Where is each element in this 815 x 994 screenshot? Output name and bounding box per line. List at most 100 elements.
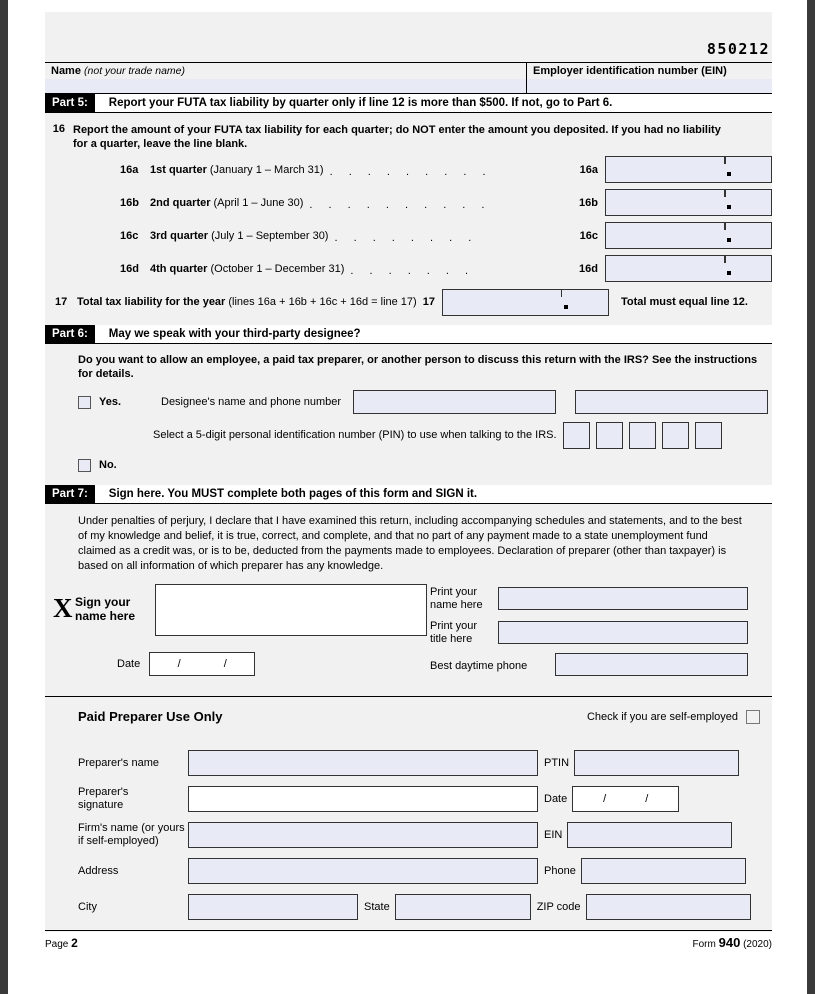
line16b-ref: 16b: [579, 196, 598, 209]
line16a-leader: . . . . . . . . .: [329, 165, 493, 178]
designee-name-input[interactable]: [353, 390, 557, 414]
preparer-date-input[interactable]: / /: [572, 786, 680, 812]
city-label: City: [78, 900, 97, 913]
pin-digit-1[interactable]: [562, 421, 590, 449]
line16b-row: 16b 2nd quarter (April 1 – June 30) . . …: [45, 186, 772, 219]
form-number: 940: [718, 935, 741, 950]
decimal-divider-icon: [724, 223, 726, 230]
designee-no-checkbox[interactable]: [78, 458, 91, 472]
state-input[interactable]: [394, 894, 531, 920]
print-title-label: Print your title here: [430, 620, 477, 646]
address-row: Address Phone: [45, 858, 772, 884]
part7-header: Part 7: Sign here. You MUST complete bot…: [45, 485, 772, 504]
line16d-leader: . . . . . . .: [350, 264, 475, 277]
line16a-cents[interactable]: [723, 157, 771, 182]
preparer-name-row: Preparer's name PTIN: [45, 750, 772, 776]
preparer-name-label: Preparer's name: [78, 756, 159, 769]
decimal-point-icon: [727, 172, 731, 176]
preparer-signature-row: Preparer's signature Date / /: [45, 786, 772, 812]
firm-name-label: Firm's name (or yours if self-employed): [78, 822, 188, 848]
part6-tag: Part 6:: [45, 325, 95, 343]
firm-ein-input[interactable]: [567, 822, 733, 848]
line16c-leader: . . . . . . . .: [334, 231, 478, 244]
ein-field-cell[interactable]: Employer identification number (EIN): [527, 63, 772, 93]
part7-body: Under penalties of perjury, I declare th…: [45, 504, 772, 688]
line16c-code: 16c: [120, 229, 139, 242]
line16a-dollars[interactable]: [606, 157, 723, 182]
line16c-ref: 16c: [579, 229, 598, 242]
signature-block: X Sign your name here Date / / Print you…: [45, 580, 772, 688]
line17-note: Total must equal line 12.: [620, 296, 748, 308]
decimal-point-icon: [727, 271, 731, 275]
firm-phone-label: Phone: [544, 865, 576, 877]
decimal-point-icon: [727, 205, 731, 209]
line16d-code: 16d: [120, 262, 139, 275]
line16a-amount-input[interactable]: [605, 156, 772, 183]
firm-phone-input[interactable]: [580, 858, 746, 884]
signature-left: X Sign your name here Date / /: [45, 584, 430, 688]
line17-number: 17: [55, 296, 68, 308]
line16-text: Report the amount of your FUTA tax liabi…: [73, 124, 721, 150]
page-indicator: Page 2: [45, 936, 692, 950]
print-title-input[interactable]: [498, 621, 748, 644]
line16d-cents[interactable]: [723, 256, 771, 281]
part6-header: Part 6: May we speak with your third-par…: [45, 325, 772, 344]
signature-input[interactable]: [155, 584, 427, 636]
print-name-label: Print your name here: [430, 586, 483, 612]
ein-label: Employer identification number (EIN): [533, 65, 727, 77]
decimal-divider-icon: [724, 157, 726, 164]
address-label: Address: [78, 864, 119, 877]
preparer-signature-input[interactable]: [188, 786, 538, 812]
part5-tag: Part 5:: [45, 94, 95, 112]
paid-preparer-section: Paid Preparer Use Only Check if you are …: [45, 696, 772, 920]
designee-yes-checkbox[interactable]: [78, 395, 91, 409]
self-employed-checkbox[interactable]: [746, 709, 760, 724]
pin-digit-5[interactable]: [694, 421, 722, 449]
line16d-row: 16d 4th quarter (October 1 – December 31…: [45, 252, 772, 285]
print-title-line2: title here: [430, 633, 473, 645]
ptin-input[interactable]: [574, 750, 740, 776]
pin-label: Select a 5-digit personal identification…: [153, 429, 557, 441]
line16d-dollars[interactable]: [606, 256, 723, 281]
ein-input[interactable]: [527, 79, 772, 93]
line16b-amount-input[interactable]: [605, 189, 772, 216]
line17-amount-input[interactable]: [441, 288, 609, 316]
designee-phone-input[interactable]: [575, 390, 769, 414]
pin-digit-3[interactable]: [628, 421, 656, 449]
taxpayer-date-row: Date / /: [117, 652, 256, 676]
line17-cents[interactable]: [560, 290, 608, 315]
part6-body: Do you want to allow an employee, a paid…: [45, 344, 772, 479]
firm-name-input[interactable]: [188, 822, 538, 848]
line17-dollars[interactable]: [443, 290, 560, 315]
page-number: 2: [71, 935, 78, 950]
pin-digit-4[interactable]: [661, 421, 689, 449]
line16b-code: 16b: [120, 196, 139, 209]
page-right-edge: [807, 0, 815, 994]
line16c-dollars[interactable]: [606, 223, 723, 248]
print-name-input[interactable]: [498, 587, 748, 610]
line16c-dates: (July 1 – September 30): [211, 229, 329, 242]
zip-input[interactable]: [585, 894, 751, 920]
daytime-phone-label: Best daytime phone: [430, 660, 528, 672]
name-field-cell[interactable]: Name (not your trade name): [45, 63, 527, 93]
address-input[interactable]: [188, 858, 538, 884]
line16b-cents[interactable]: [723, 190, 771, 215]
line16c-cents[interactable]: [723, 223, 771, 248]
sign-here-line2: name here: [75, 609, 136, 623]
taxpayer-date-input[interactable]: / /: [149, 652, 256, 676]
form-year: (2020): [743, 939, 772, 950]
line16d-ref: 16d: [579, 262, 598, 275]
line16c-amount-input[interactable]: [605, 222, 772, 249]
name-input[interactable]: [45, 79, 526, 93]
line16b-dollars[interactable]: [606, 190, 723, 215]
self-employed-label: Check if you are self-employed: [586, 710, 738, 723]
city-input[interactable]: [188, 894, 358, 920]
page-word: Page: [45, 938, 69, 950]
pin-digit-2[interactable]: [595, 421, 623, 449]
line16d-amount-input[interactable]: [605, 255, 772, 282]
page-footer: Page 2 Form 940 (2020): [45, 930, 772, 950]
sign-here-label: Sign your name here: [75, 595, 135, 623]
preparer-name-input[interactable]: [188, 750, 538, 776]
preparer-signature-line2: signature: [78, 799, 124, 811]
daytime-phone-input[interactable]: [555, 653, 748, 676]
